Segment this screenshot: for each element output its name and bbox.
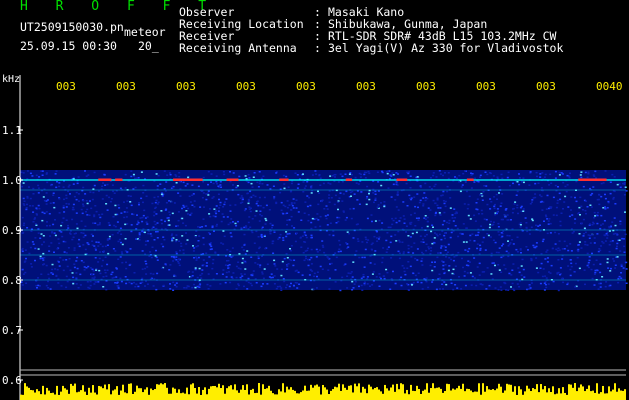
field-label-antenna: Receiving Antenna <box>179 41 297 55</box>
peak-mark <box>466 178 474 181</box>
ylabel: kHz <box>2 74 20 85</box>
x-tick-label: 003 <box>236 80 256 93</box>
x-tick-label: 003 <box>176 80 196 93</box>
peak-mark <box>226 178 239 181</box>
spectrogram: kHz 1.1 1.0 0.9 0.8 0.7 0.6 003 003 003 003 003 003 0… <box>0 70 629 400</box>
bottom-trace <box>20 383 626 400</box>
peak-mark <box>396 178 408 181</box>
peak-mark <box>115 178 123 181</box>
file-type: meteor <box>124 25 166 39</box>
peak-mark <box>594 178 607 181</box>
peak-mark <box>180 178 191 181</box>
header: H R O F F T UT2509150030.pn meteor 25.09… <box>0 0 629 70</box>
peak-mark <box>279 178 289 181</box>
field-separator: : <box>314 41 321 55</box>
x-tick-label: 003 <box>116 80 136 93</box>
interval: 20_ <box>138 39 159 53</box>
x-tick-label: 003 <box>476 80 496 93</box>
spectrogram-svg: kHz1.11.00.90.80.70.6003 003 003 003 003 003 0… <box>2 74 628 400</box>
x-tick-label: 003 <box>56 80 76 93</box>
peak-mark <box>98 178 112 181</box>
file-name: UT2509150030.pn <box>20 20 124 34</box>
x-tick-label: 003 <box>536 80 556 93</box>
date-time: 25.09.15 00:30 <box>20 39 117 53</box>
x-tick-label: 0040 <box>596 80 623 93</box>
x-tick-label: 003 <box>356 80 376 93</box>
x-tick-label: 003 <box>296 80 316 93</box>
x-tick-label: 003 <box>416 80 436 93</box>
peak-mark <box>345 178 353 181</box>
field-value-antenna: 3el Yagi(V) Az 330 for Vladivostok <box>328 41 564 55</box>
